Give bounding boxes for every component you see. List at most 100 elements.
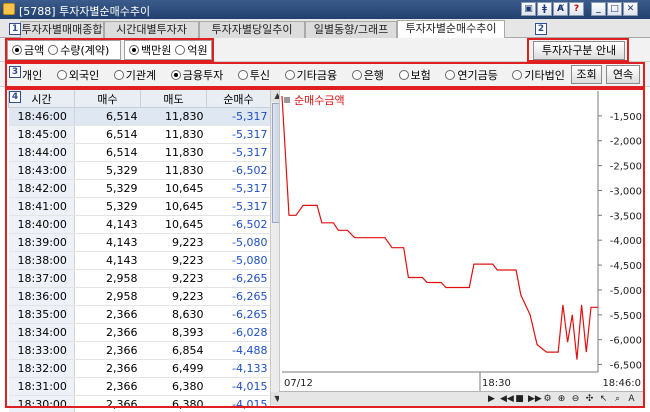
cell-sell: 11,830 xyxy=(140,161,207,180)
close-icon[interactable]: ✕ xyxy=(623,2,638,16)
column-header-sell[interactable]: 매도 xyxy=(140,89,207,108)
cell-buy: 5,329 xyxy=(74,197,141,216)
cell-net: -6,265 xyxy=(206,305,271,324)
table-row[interactable]: 18:44:00 6,514 11,830 -5,317 xyxy=(8,143,271,162)
y-tick-label: -2,000 xyxy=(610,137,642,148)
cell-net: -6,502 xyxy=(206,215,271,234)
radio-foreign[interactable]: 외국인 xyxy=(56,67,99,83)
cursor-icon[interactable]: ↖ xyxy=(598,393,609,405)
column-header-net[interactable]: 순매수 xyxy=(206,89,271,108)
fast-forward-icon[interactable]: ▶▶ xyxy=(528,393,542,405)
cell-net: -6,265 xyxy=(206,269,271,288)
marker-4: 4 xyxy=(9,91,21,103)
table-row[interactable]: 18:33:00 2,366 6,854 -4,488 xyxy=(8,341,271,360)
radio-individual[interactable]: 개인 xyxy=(22,67,42,83)
table-body: 18:46:00 6,514 11,830 -5,317 18:45:00 6,514 11… xyxy=(8,107,271,412)
maximize-icon[interactable]: □ xyxy=(607,2,622,16)
formula-icon[interactable]: Ⱥ xyxy=(553,2,568,16)
radio-dot-icon xyxy=(351,69,362,80)
zoom-out-icon[interactable]: ⊖ xyxy=(570,393,581,405)
magnifier-icon[interactable]: ⌕ xyxy=(612,393,623,405)
y-tick-label: -3,000 xyxy=(610,186,642,197)
tab-investor-net-buying[interactable]: 투자자별순매수추이 xyxy=(397,20,505,39)
cell-net: -5,080 xyxy=(206,233,271,252)
radio-institution[interactable]: 기관계 xyxy=(113,67,156,83)
table-row[interactable]: 18:37:00 2,958 9,223 -6,265 xyxy=(8,269,271,288)
table-row[interactable]: 18:30:00 2,366 6,380 -4,015 xyxy=(8,395,271,412)
x-tick-label: 18:46:0 xyxy=(602,378,641,389)
chart-svg: -1,500 -2,000 -2,500 -3,000 -3,500 -4,000 -4,5… xyxy=(281,91,642,391)
table-row[interactable]: 18:38:00 4,143 9,223 -5,080 xyxy=(8,251,271,270)
pin-icon[interactable]: ǂ xyxy=(537,2,552,16)
cell-net: -5,317 xyxy=(206,125,271,144)
cell-time: 18:36:00 xyxy=(8,287,75,306)
tab-investor-trade-summary[interactable]: 투자자별매매종합 xyxy=(20,21,104,38)
tab-daily-graph[interactable]: 일별동향/그래프 xyxy=(305,21,397,38)
cell-sell: 6,499 xyxy=(140,359,207,378)
radio-quantity[interactable]: 수량(계약) xyxy=(48,42,109,58)
title-bar: [5788] 투자자별순매수추이 ▣ ǂ Ⱥ ? _ □ ✕ xyxy=(0,0,650,19)
radio-dot-icon xyxy=(512,69,523,80)
cell-net: -5,317 xyxy=(206,143,271,162)
table-row[interactable]: 18:31:00 2,366 6,380 -4,015 xyxy=(8,377,271,396)
table-row[interactable]: 18:32:00 2,366 6,499 -4,133 xyxy=(8,359,271,378)
table-row[interactable]: 18:35:00 2,366 8,630 -6,265 xyxy=(8,305,271,324)
window-restore-icon[interactable]: ▣ xyxy=(521,2,536,16)
help-icon[interactable]: ? xyxy=(569,2,584,16)
options-row: 금액 수량(계약) 백만원 억원 투자자구분 안내 xyxy=(0,38,650,62)
cell-time: 18:46:00 xyxy=(8,107,75,126)
radio-other-finance[interactable]: 기타금융 xyxy=(284,67,337,83)
table-row[interactable]: 18:36:00 2,958 9,223 -6,265 xyxy=(8,287,271,306)
radio-financial-investment[interactable]: 금융투자 xyxy=(170,67,223,83)
table-row[interactable]: 18:46:00 6,514 11,830 -5,317 xyxy=(8,107,271,126)
crosshair-icon[interactable]: ✣ xyxy=(584,393,595,405)
investor-filter-row: 개인 외국인 기관계 금융투자 투신 기타금융 은행 보험 연기금등 기타법인 … xyxy=(0,62,650,87)
investor-guide-button[interactable]: 투자자구분 안내 xyxy=(533,41,625,60)
radio-pension[interactable]: 연기금등 xyxy=(445,67,498,83)
radio-million-won[interactable]: 백만원 xyxy=(129,42,171,58)
table-row[interactable]: 18:42:00 5,329 10,645 -5,317 xyxy=(8,179,271,198)
marker-1: 1 xyxy=(9,23,21,35)
cell-net: -4,133 xyxy=(206,359,271,378)
font-icon[interactable]: A xyxy=(626,393,637,405)
settings-icon[interactable]: ⚙ xyxy=(542,393,553,405)
radio-dot-icon xyxy=(56,69,67,80)
table-row[interactable]: 18:40:00 4,143 10,645 -6,502 xyxy=(8,215,271,234)
minimize-icon[interactable]: _ xyxy=(591,2,606,16)
scroll-right-icon[interactable]: ▶ xyxy=(486,393,497,405)
table-header: 시간 매수 매도 순매수 xyxy=(8,89,271,108)
radio-trust[interactable]: 투신 xyxy=(237,67,270,83)
y-tick-label: -1,500 xyxy=(610,112,642,123)
cell-buy: 5,329 xyxy=(74,161,141,180)
continue-button[interactable]: 연속 xyxy=(606,65,640,84)
table-row[interactable]: 18:34:00 2,366 8,393 -6,028 xyxy=(8,323,271,342)
tab-investor-daily-trend[interactable]: 투자자별당일추이 xyxy=(199,21,305,38)
cell-buy: 2,366 xyxy=(74,341,141,360)
cell-buy: 2,958 xyxy=(74,269,141,288)
y-tick-label: -6,500 xyxy=(610,361,642,372)
column-header-buy[interactable]: 매수 xyxy=(74,89,141,108)
cell-sell: 6,380 xyxy=(140,395,207,412)
radio-other-corp[interactable]: 기타법인 xyxy=(512,67,565,83)
radio-hundred-million-won[interactable]: 억원 xyxy=(175,42,208,58)
tab-investor-by-time[interactable]: 시간대별투자자 xyxy=(104,21,199,38)
cell-net: -4,015 xyxy=(206,395,271,412)
table-row[interactable]: 18:43:00 5,329 11,830 -6,502 xyxy=(8,161,271,180)
zoom-in-icon[interactable]: ⊕ xyxy=(556,393,567,405)
table-row[interactable]: 18:45:00 6,514 11,830 -5,317 xyxy=(8,125,271,144)
radio-amount[interactable]: 금액 xyxy=(12,42,44,58)
table-row[interactable]: 18:39:00 4,143 9,223 -5,080 xyxy=(8,233,271,252)
radio-insurance[interactable]: 보험 xyxy=(398,67,431,83)
table-row[interactable]: 18:41:00 5,329 10,645 -5,317 xyxy=(8,197,271,216)
cell-buy: 2,366 xyxy=(74,377,141,396)
rewind-icon[interactable]: ◀◀ xyxy=(500,393,514,405)
series-line-net-buying xyxy=(281,95,598,360)
query-button[interactable]: 조회 xyxy=(571,65,602,84)
cell-buy: 2,366 xyxy=(74,323,141,342)
radio-bank[interactable]: 은행 xyxy=(351,67,384,83)
marker-2: 2 xyxy=(535,23,547,35)
legend-swatch xyxy=(284,97,290,103)
stop-icon[interactable]: ■ xyxy=(514,393,525,405)
y-tick-label: -5,000 xyxy=(610,286,642,297)
cell-time: 18:44:00 xyxy=(8,143,75,162)
